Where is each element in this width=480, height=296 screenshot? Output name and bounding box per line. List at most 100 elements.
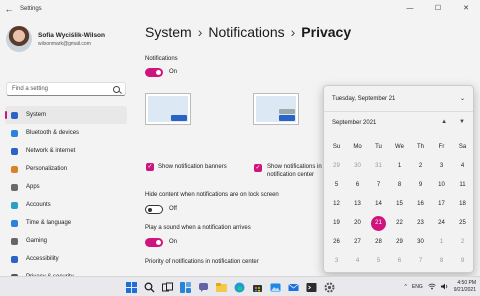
calendar-day[interactable]: 3: [431, 157, 452, 176]
calendar-day[interactable]: 27: [347, 233, 368, 252]
calendar-day[interactable]: 7: [368, 176, 389, 195]
lock-screen-toggle[interactable]: [145, 205, 163, 214]
language-indicator[interactable]: ENG: [412, 284, 423, 290]
calendar-day[interactable]: 18: [452, 195, 473, 214]
calendar-week: 26 27 28 29 30 1 2: [326, 233, 473, 252]
search-icon[interactable]: [142, 280, 156, 294]
calendar-day[interactable]: 7: [410, 252, 431, 271]
calendar-day[interactable]: 9: [410, 176, 431, 195]
calendar-day[interactable]: 29: [389, 233, 410, 252]
network-tray-icon[interactable]: [428, 283, 436, 292]
breadcrumb-notifications[interactable]: Notifications: [208, 24, 284, 40]
accounts-icon: [11, 201, 18, 209]
chat-icon[interactable]: [196, 280, 210, 294]
calendar-day[interactable]: 13: [347, 195, 368, 214]
calendar-day[interactable]: 15: [389, 195, 410, 214]
file-explorer-icon[interactable]: [214, 280, 228, 294]
settings-gear-icon[interactable]: [322, 280, 336, 294]
calendar-day[interactable]: 17: [431, 195, 452, 214]
next-month-icon[interactable]: ▼: [459, 119, 465, 125]
calendar-day[interactable]: 3: [326, 252, 347, 271]
taskbar-clock[interactable]: 4:50 PM 9/21/2021: [454, 280, 476, 294]
calendar-day[interactable]: 29: [326, 157, 347, 176]
calendar-day[interactable]: 6: [389, 252, 410, 271]
calendar-day[interactable]: 22: [389, 214, 410, 233]
sidebar-item-bluetooth-devices[interactable]: Bluetooth & devices: [5, 124, 127, 142]
sidebar-item-network-internet[interactable]: Network & internet: [5, 142, 127, 160]
chevron-down-icon[interactable]: ⌄: [460, 95, 465, 102]
previous-month-icon[interactable]: ▲: [441, 119, 447, 125]
center-preview-image: [253, 93, 299, 125]
calendar-day[interactable]: 24: [431, 214, 452, 233]
sidebar-item-accessibility[interactable]: Accessibility: [5, 250, 127, 268]
banners-checkbox[interactable]: ✓: [146, 163, 154, 171]
volume-tray-icon[interactable]: [440, 283, 449, 292]
store-icon[interactable]: [250, 280, 264, 294]
terminal-icon[interactable]: [304, 280, 318, 294]
calendar-day[interactable]: 8: [431, 252, 452, 271]
breadcrumb-system[interactable]: System: [145, 24, 192, 40]
calendar-week: 29 30 31 1 2 3 4: [326, 157, 473, 176]
maximize-button[interactable]: ☐: [424, 0, 452, 16]
search-placeholder: Find a setting: [12, 86, 49, 92]
weekday-header: Sa: [458, 144, 467, 150]
calendar-day[interactable]: 1: [389, 157, 410, 176]
calendar-day[interactable]: 6: [347, 176, 368, 195]
sidebar-item-gaming[interactable]: Gaming: [5, 232, 127, 250]
sound-toggle[interactable]: [145, 238, 163, 247]
user-profile[interactable]: Sofia Wyciślik-Wilson wilsonmark@gmail.c…: [6, 26, 105, 52]
photos-icon[interactable]: [268, 280, 282, 294]
calendar-day[interactable]: 20: [347, 214, 368, 233]
sidebar-item-accounts[interactable]: Accounts: [5, 196, 127, 214]
calendar-grid: Su Mo Tu We Th Fr Sa 29 30 31 1 2 3 4 5 6 7 8 9 10 11 12 13 14 1…: [326, 138, 473, 271]
task-view-icon[interactable]: [160, 280, 174, 294]
calendar-day[interactable]: 10: [431, 176, 452, 195]
close-button[interactable]: ✕: [452, 0, 480, 16]
calendar-day[interactable]: 12: [326, 195, 347, 214]
calendar-day[interactable]: 28: [368, 233, 389, 252]
calendar-day[interactable]: 9: [452, 252, 473, 271]
calendar-week: 5 6 7 8 9 10 11: [326, 176, 473, 195]
edge-icon[interactable]: [232, 280, 246, 294]
calendar-day[interactable]: 4: [347, 252, 368, 271]
calendar-day[interactable]: 26: [326, 233, 347, 252]
calendar-day[interactable]: 5: [368, 252, 389, 271]
sidebar-item-system[interactable]: System: [5, 106, 127, 124]
show-hidden-icons[interactable]: ^: [405, 284, 407, 290]
calendar-day[interactable]: 19: [326, 214, 347, 233]
calendar-day[interactable]: 1: [431, 233, 452, 252]
calendar-date-text: Tuesday, September 21: [332, 95, 396, 102]
sidebar-item-apps[interactable]: Apps: [5, 178, 127, 196]
calendar-day[interactable]: 14: [368, 195, 389, 214]
sidebar-item-personalization[interactable]: Personalization: [5, 160, 127, 178]
calendar-day[interactable]: 11: [452, 176, 473, 195]
calendar-day[interactable]: 8: [389, 176, 410, 195]
calendar-date-header[interactable]: Tuesday, September 21 ⌄: [324, 86, 473, 112]
calendar-day[interactable]: 31: [368, 157, 389, 176]
search-input[interactable]: Find a setting: [6, 82, 126, 96]
start-icon[interactable]: [124, 280, 138, 294]
calendar-month[interactable]: September 2021: [332, 120, 376, 126]
center-checkbox[interactable]: ✓: [254, 164, 262, 172]
calendar-day[interactable]: 2: [410, 157, 431, 176]
mail-icon[interactable]: [286, 280, 300, 294]
window-title: Settings: [20, 6, 42, 12]
sidebar: Sofia Wyciślik-Wilson wilsonmark@gmail.c…: [0, 18, 130, 281]
calendar-day[interactable]: 23: [410, 214, 431, 233]
widgets-icon[interactable]: [178, 280, 192, 294]
calendar-day[interactable]: 5: [326, 176, 347, 195]
sidebar-item-time-language[interactable]: Time & language: [5, 214, 127, 232]
calendar-day[interactable]: 30: [347, 157, 368, 176]
notifications-toggle[interactable]: [145, 68, 163, 77]
lock-screen-state: Off: [169, 206, 177, 212]
calendar-day[interactable]: 2: [452, 233, 473, 252]
calendar-day[interactable]: 16: [410, 195, 431, 214]
back-arrow-icon[interactable]: ←: [0, 4, 18, 14]
calendar-day[interactable]: 4: [452, 157, 473, 176]
minimize-button[interactable]: —: [396, 0, 424, 16]
calendar-day[interactable]: 30: [410, 233, 431, 252]
calendar-day-today[interactable]: 21: [368, 214, 389, 233]
notifications-state: On: [169, 69, 178, 75]
calendar-day[interactable]: 25: [452, 214, 473, 233]
sound-label: Play a sound when a notification arrives: [145, 225, 251, 231]
